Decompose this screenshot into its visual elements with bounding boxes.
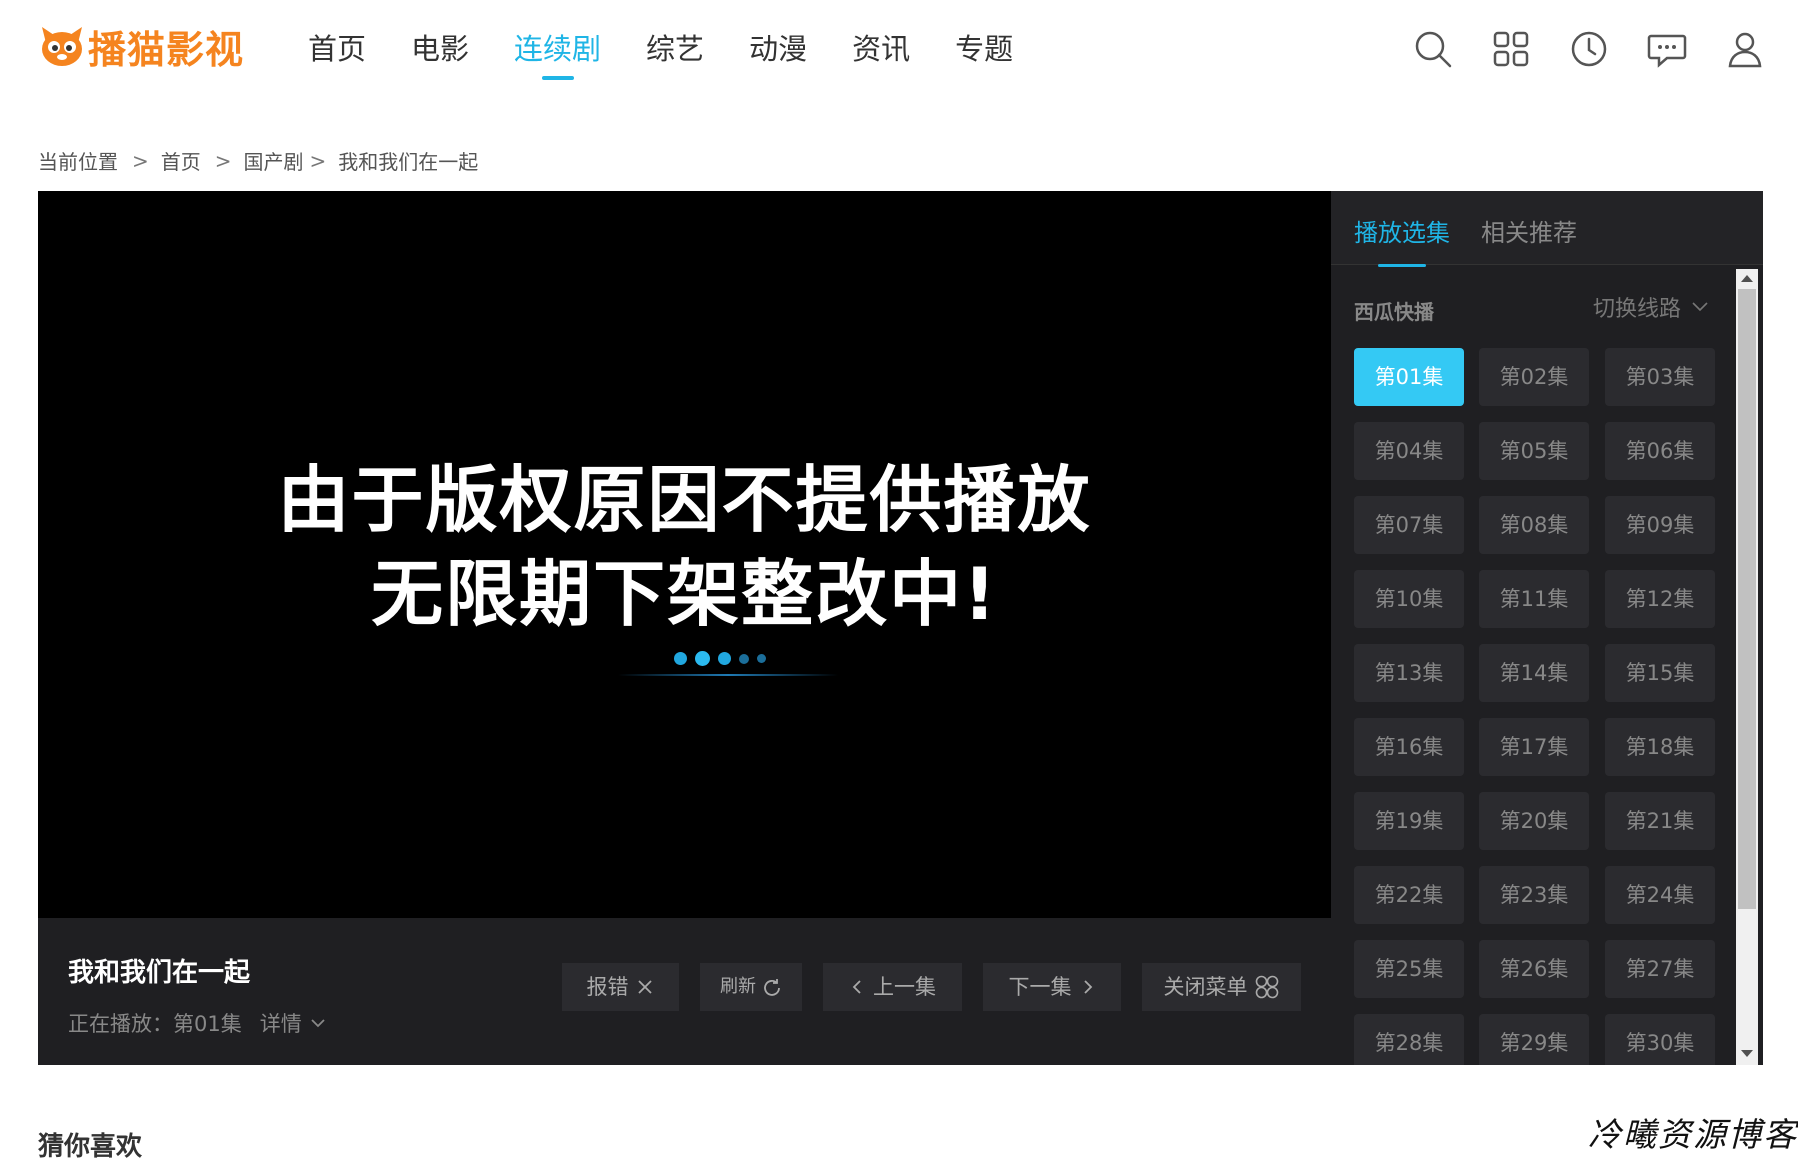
episode-button[interactable]: 第09集	[1605, 496, 1715, 554]
episode-button[interactable]: 第11集	[1479, 570, 1589, 628]
episode-button[interactable]: 第07集	[1354, 496, 1464, 554]
close-icon	[637, 980, 652, 994]
episode-button[interactable]: 第26集	[1479, 940, 1589, 998]
message-line-2: 无限期下架整改中!	[371, 552, 998, 636]
panel-tabs: 播放选集 相关推荐	[1331, 191, 1763, 267]
nav-item-movies[interactable]: 电影	[411, 0, 469, 100]
episode-button[interactable]: 第21集	[1605, 792, 1715, 850]
episode-button[interactable]: 第24集	[1605, 866, 1715, 924]
main-nav: 首页 电影 连续剧 综艺 动漫 资讯 专题	[308, 0, 1058, 100]
episode-panel: 播放选集 相关推荐 西瓜快播 切换线路 第01集 第02集 第03集第04集 第05集…	[1331, 191, 1763, 1065]
message-line-1: 由于版权原因不提供播放	[277, 458, 1092, 542]
video-title: 我和我们在一起	[68, 958, 251, 988]
menu-grid-icon	[1255, 975, 1278, 999]
episode-button[interactable]: 第12集	[1605, 570, 1715, 628]
header-actions	[1408, 24, 1798, 74]
site-logo[interactable]: 播猫影视	[38, 18, 244, 74]
source-name: 西瓜快播	[1354, 300, 1434, 324]
now-playing-text: 正在播放：第01集	[68, 1012, 242, 1036]
switch-line-dropdown[interactable]: 切换线路	[1593, 291, 1711, 323]
nav-item-variety[interactable]: 综艺	[646, 0, 704, 100]
episode-button[interactable]: 第25集	[1354, 940, 1464, 998]
close-menu-label: 关闭菜单	[1163, 975, 1248, 999]
episode-button[interactable]: 第08集	[1479, 496, 1589, 554]
episode-button[interactable]: 第03集	[1605, 348, 1715, 406]
chevron-right-icon	[1083, 980, 1092, 994]
video-player[interactable]: 由于版权原因不提供播放 无限期下架整改中!	[38, 191, 1331, 918]
nav-item-series[interactable]: 连续剧	[514, 0, 601, 100]
message-icon[interactable]	[1642, 24, 1692, 74]
player-info-bar: 我和我们在一起 正在播放：第01集 详情	[38, 918, 1331, 1065]
refresh-label: 刷新	[720, 976, 756, 997]
breadcrumb-prefix: 当前位置	[38, 150, 118, 174]
refresh-button[interactable]: 刷新	[700, 963, 802, 1011]
site-header: 播猫影视 首页 电影 连续剧 综艺 动漫 资讯 专题	[0, 0, 1798, 100]
tab-recommendations[interactable]: 相关推荐	[1481, 213, 1577, 248]
episode-button[interactable]: 第01集	[1354, 348, 1464, 406]
chevron-right-icon: >	[309, 148, 327, 173]
episode-button[interactable]: 第22集	[1354, 866, 1464, 924]
tab-episodes[interactable]: 播放选集	[1354, 213, 1450, 267]
unavailable-message: 由于版权原因不提供播放 无限期下架整改中!	[38, 453, 1331, 641]
breadcrumb: 当前位置 > 首页 > 国产剧 > 我和我们在一起	[38, 146, 478, 175]
scroll-up-icon[interactable]	[1741, 275, 1753, 282]
now-playing: 正在播放：第01集 详情	[68, 1008, 328, 1038]
grid-icon[interactable]	[1486, 24, 1536, 74]
close-menu-button[interactable]: 关闭菜单	[1142, 963, 1301, 1011]
episode-button[interactable]: 第05集	[1479, 422, 1589, 480]
chevron-left-icon	[852, 980, 861, 994]
brand-name: 播猫影视	[88, 27, 245, 72]
chevron-right-icon: >	[132, 148, 149, 173]
episode-button[interactable]: 第13集	[1354, 644, 1464, 702]
nav-item-home[interactable]: 首页	[308, 0, 366, 100]
recommend-section-title: 猜你喜欢	[38, 1132, 143, 1162]
scroll-down-icon[interactable]	[1741, 1050, 1753, 1057]
next-label: 下一集	[1008, 975, 1072, 999]
scrollbar-thumb[interactable]	[1738, 289, 1756, 909]
breadcrumb-category[interactable]: 国产剧	[244, 146, 304, 175]
switch-line-label: 切换线路	[1593, 297, 1682, 322]
episode-button[interactable]: 第14集	[1479, 644, 1589, 702]
breadcrumb-home[interactable]: 首页	[161, 146, 201, 175]
episode-button[interactable]: 第30集	[1605, 1014, 1715, 1065]
episode-button[interactable]: 第10集	[1354, 570, 1464, 628]
episode-button[interactable]: 第16集	[1354, 718, 1464, 776]
episode-button[interactable]: 第17集	[1479, 718, 1589, 776]
episode-button[interactable]: 第29集	[1479, 1014, 1589, 1065]
episode-button[interactable]: 第27集	[1605, 940, 1715, 998]
episode-button[interactable]: 第04集	[1354, 422, 1464, 480]
episode-button[interactable]: 第02集	[1479, 348, 1589, 406]
episode-button[interactable]: 第06集	[1605, 422, 1715, 480]
episode-button[interactable]: 第19集	[1354, 792, 1464, 850]
chevron-right-icon: >	[214, 148, 232, 173]
chevron-down-icon	[1692, 302, 1708, 312]
episode-button[interactable]: 第20集	[1479, 792, 1589, 850]
report-label: 报错	[586, 975, 629, 999]
chevron-down-icon	[311, 1019, 325, 1028]
player-container: 由于版权原因不提供播放 无限期下架整改中! 我和我们在一起 正在播放：第01集 …	[38, 191, 1763, 1065]
search-icon[interactable]	[1408, 24, 1458, 74]
nav-item-anime[interactable]: 动漫	[749, 0, 807, 100]
episode-scrollbar[interactable]	[1736, 269, 1758, 1065]
refresh-icon	[764, 979, 780, 996]
cat-logo-icon	[38, 23, 86, 69]
watermark: 冷曦资源博客	[1588, 1115, 1798, 1154]
episode-button[interactable]: 第15集	[1605, 644, 1715, 702]
user-icon[interactable]	[1720, 24, 1770, 74]
nav-item-news[interactable]: 资讯	[852, 0, 910, 100]
report-button[interactable]: 报错	[562, 963, 679, 1011]
loading-indicator	[618, 641, 838, 681]
nav-item-topics[interactable]: 专题	[955, 0, 1013, 100]
episode-button[interactable]: 第23集	[1479, 866, 1589, 924]
prev-episode-button[interactable]: 上一集	[823, 963, 962, 1011]
detail-toggle[interactable]: 详情	[260, 1008, 328, 1038]
next-episode-button[interactable]: 下一集	[983, 963, 1121, 1011]
detail-label: 详情	[259, 1012, 302, 1036]
episode-button[interactable]: 第28集	[1354, 1014, 1464, 1065]
prev-label: 上一集	[873, 975, 936, 999]
episode-button[interactable]: 第18集	[1605, 718, 1715, 776]
breadcrumb-current: 我和我们在一起	[338, 150, 479, 174]
history-icon[interactable]	[1564, 24, 1614, 74]
